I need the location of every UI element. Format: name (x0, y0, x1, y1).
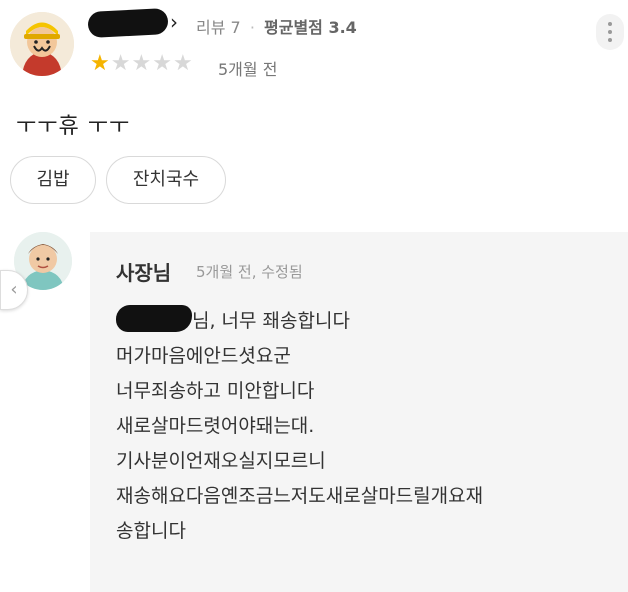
owner-name: 사장님 (116, 261, 172, 285)
reply-line: 머가마음에안드셧요군 (116, 345, 291, 367)
star-rating: ★★★★★ (90, 52, 194, 76)
owner-reply-meta: 5개월 전, 수정됨 (196, 263, 303, 281)
reviewer-stats: 리뷰 7 · 평균별점 3.4 (196, 14, 357, 38)
menu-tag-gimbap[interactable]: 김밥 (10, 156, 96, 204)
customer-name-redacted (116, 305, 192, 332)
owner-reply-text: 님, 너무 좨송합니다 머가마음에안드셧요군 너무죄송하고 미안합니다 새로살마… (116, 304, 626, 549)
reply-line: 송합니다 (116, 520, 186, 542)
review-count: 리뷰 7 (196, 18, 241, 37)
star-empty-icon: ★ (110, 51, 132, 76)
star-empty-icon: ★ (152, 51, 173, 76)
reviewer-avatar-image (10, 12, 74, 76)
reply-line: 재송해요다음옌조금느저도새로살마드릴개요재 (116, 485, 484, 507)
reply-line: 새로살마드렷어야돼는대. (116, 415, 315, 437)
reviewer-name-redacted[interactable] (87, 7, 169, 39)
review-age: 5개월 전 (218, 60, 278, 79)
separator-dot: · (249, 18, 255, 37)
average-rating: 평균별점 3.4 (264, 18, 357, 37)
profile-chevron-icon[interactable]: › (170, 10, 178, 34)
star-empty-icon: ★ (131, 51, 153, 76)
star-filled-icon: ★ (90, 51, 111, 76)
reply-line: 기사분이언재오실지모르니 (116, 450, 326, 472)
star-empty-icon: ★ (172, 51, 194, 76)
reply-line: 너무죄송하고 미안합니다 (116, 380, 315, 402)
more-options-icon[interactable] (596, 14, 624, 50)
menu-tag-janchi-guksu[interactable]: 잔치국수 (106, 156, 226, 204)
review-text: ㅜㅜ휴 ㅜㅜ (16, 114, 131, 139)
reply-line: 님, 너무 좨송합니다 (192, 310, 350, 332)
reviewer-avatar[interactable] (10, 12, 74, 76)
